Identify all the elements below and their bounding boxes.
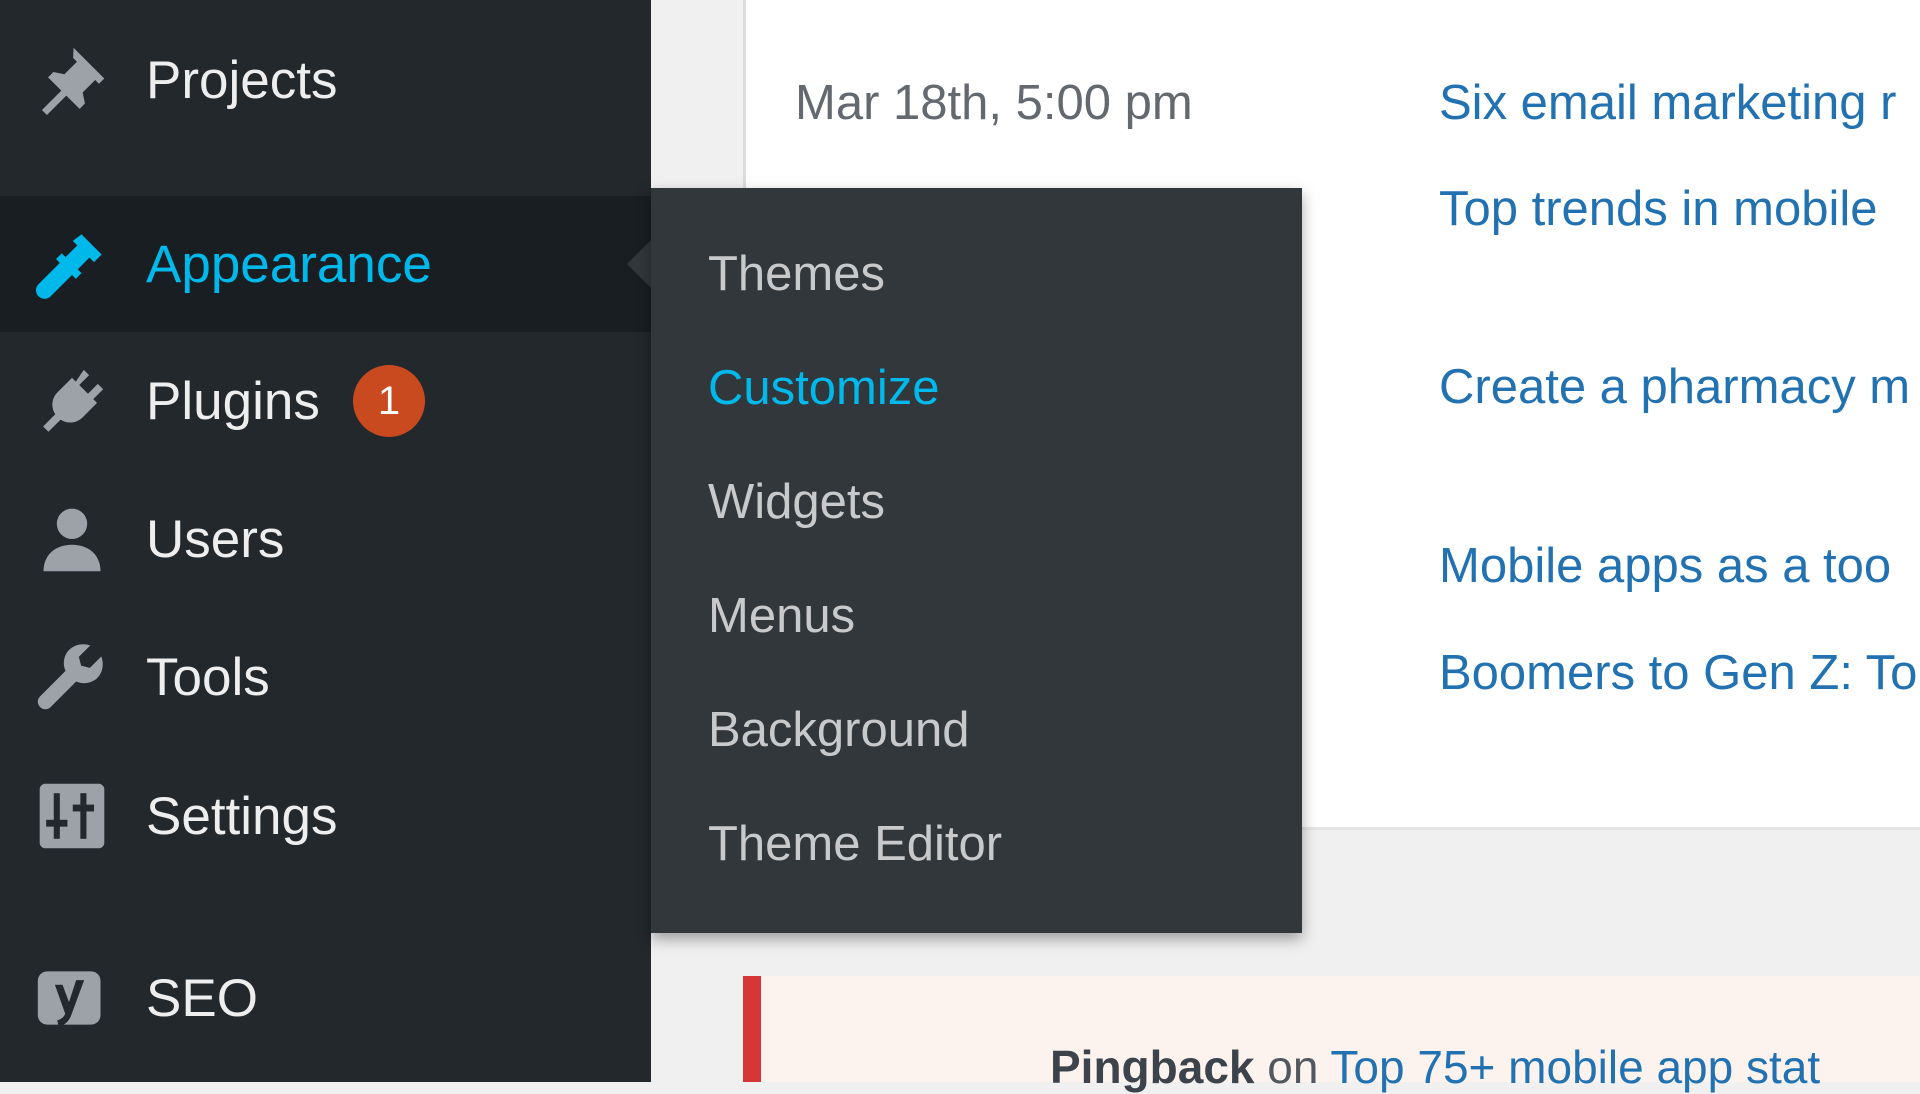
sidebar-item-label: Settings xyxy=(146,786,338,846)
user-icon xyxy=(34,501,110,577)
paintbrush-icon xyxy=(34,226,110,302)
sidebar-item-settings[interactable]: Settings xyxy=(0,748,651,884)
sidebar-item-label: Plugins xyxy=(146,371,320,431)
yoast-icon xyxy=(34,960,110,1036)
sidebar-item-appearance[interactable]: Appearance xyxy=(0,196,651,332)
submenu-item-menus[interactable]: Menus xyxy=(708,588,855,644)
sidebar-item-users[interactable]: Users xyxy=(0,471,651,607)
sidebar-item-label: SEO xyxy=(146,968,258,1028)
sidebar-item-projects[interactable]: Projects xyxy=(0,12,651,148)
active-pointer-arrow xyxy=(627,240,651,288)
post-link[interactable]: Six email marketing r xyxy=(1439,75,1896,131)
sidebar-item-label: Appearance xyxy=(146,234,432,294)
sidebar-item-label: Users xyxy=(146,509,285,569)
submenu-item-background[interactable]: Background xyxy=(708,702,970,758)
appearance-submenu: Themes Customize Widgets Menus Backgroun… xyxy=(651,188,1302,933)
plug-icon xyxy=(34,363,110,439)
update-count-badge: 1 xyxy=(353,365,425,437)
post-link[interactable]: Mobile apps as a too xyxy=(1439,538,1891,594)
submenu-item-theme-editor[interactable]: Theme Editor xyxy=(708,816,1002,872)
admin-sidebar: Projects Appearance Plugins 1 Users Tool… xyxy=(0,0,651,1082)
comment-post-link[interactable]: Top 75+ mobile app stat xyxy=(1330,1041,1820,1093)
sidebar-item-plugins[interactable]: Plugins 1 xyxy=(0,333,651,469)
submenu-item-customize[interactable]: Customize xyxy=(708,360,939,416)
pin-icon xyxy=(34,42,110,118)
sidebar-item-label: Tools xyxy=(146,647,270,707)
sliders-icon xyxy=(34,778,110,854)
comment-on-text: on xyxy=(1267,1041,1319,1093)
sidebar-item-tools[interactable]: Tools xyxy=(0,609,651,745)
wrench-icon xyxy=(34,639,110,715)
post-link[interactable]: Boomers to Gen Z: To xyxy=(1439,645,1917,701)
submenu-item-themes[interactable]: Themes xyxy=(708,246,885,302)
post-link[interactable]: Create a pharmacy m xyxy=(1439,359,1910,415)
publish-date: Mar 18th, 5:00 pm xyxy=(795,76,1193,130)
post-link[interactable]: Top trends in mobile xyxy=(1439,181,1878,237)
submenu-item-widgets[interactable]: Widgets xyxy=(708,474,885,530)
sidebar-item-label: Projects xyxy=(146,50,338,110)
comment-type: Pingback xyxy=(1050,1041,1255,1093)
sidebar-item-seo[interactable]: SEO xyxy=(0,930,651,1066)
comment-summary: Pingback on Top 75+ mobile app stat xyxy=(1050,1040,1820,1094)
